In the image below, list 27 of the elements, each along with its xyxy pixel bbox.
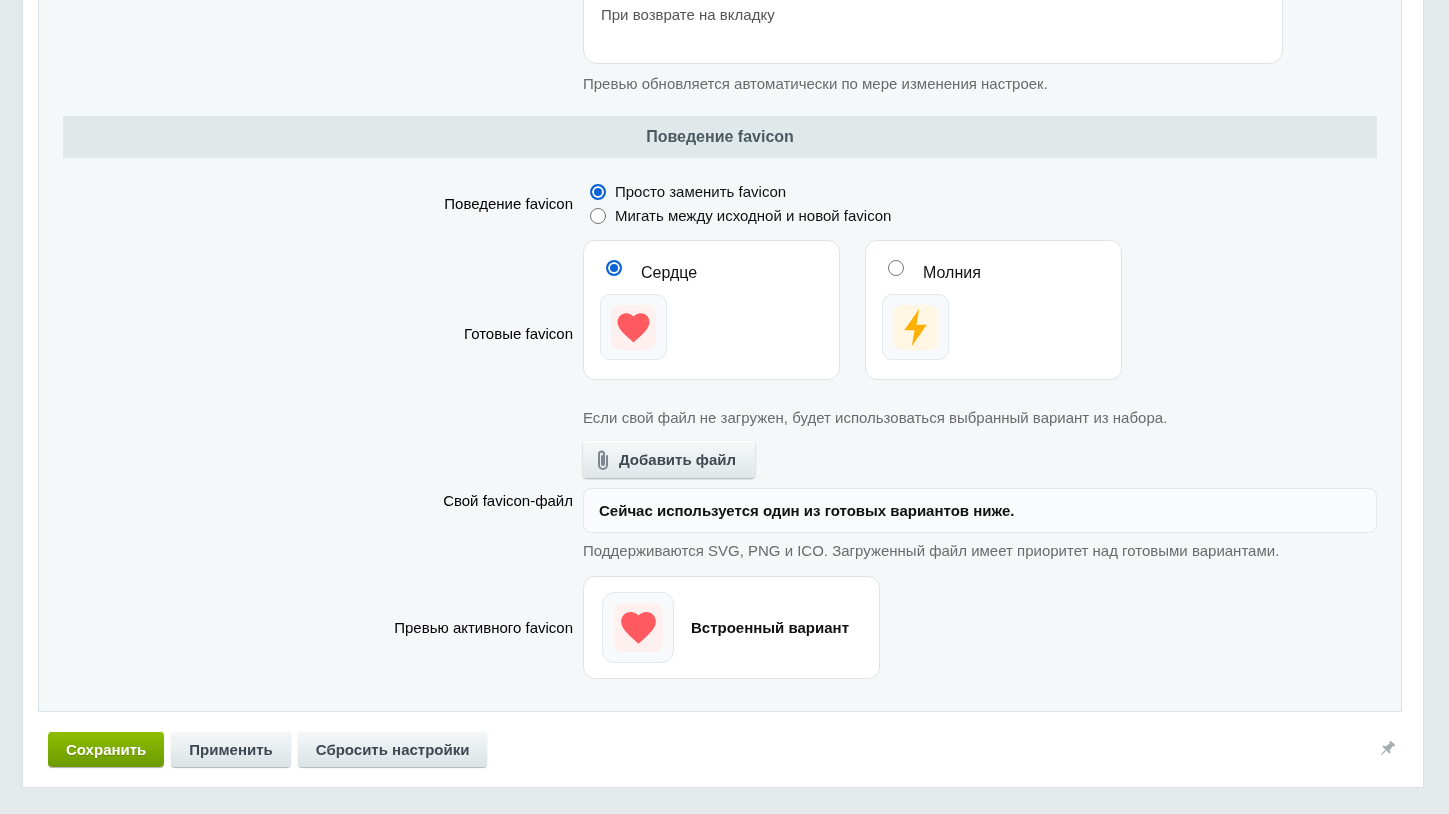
- radio-button[interactable]: [590, 208, 606, 224]
- preset-card[interactable]: Сердце: [583, 240, 840, 380]
- status-text: Сейчас используется один из готовых вариантов ниже.: [599, 502, 1015, 519]
- preview-text: При возврате на вкладку: [601, 6, 775, 23]
- field-label: Свой favicon-файл: [443, 491, 573, 510]
- preset-card[interactable]: Молния: [865, 240, 1122, 380]
- radio-label[interactable]: Мигать между исходной и новой favicon: [615, 207, 892, 225]
- field-label: Поведение favicon: [444, 195, 573, 213]
- lightning-icon: [893, 304, 938, 350]
- hint-text: Превью обновляется автоматически по мере изменения настроек.: [583, 75, 1048, 93]
- option-label[interactable]: Молния: [923, 262, 981, 282]
- option-label[interactable]: Сердце: [641, 262, 698, 282]
- preview-caption: Встроенный вариант: [691, 619, 849, 636]
- reset-button[interactable]: Сбросить настройки: [297, 731, 488, 767]
- field-label: Превью активного favicon: [394, 618, 573, 637]
- radio-label[interactable]: Просто заменить favicon: [615, 183, 787, 201]
- add-file-button[interactable]: Добавить файл: [583, 441, 756, 478]
- paperclip-icon: [596, 448, 610, 471]
- radio-button[interactable]: [590, 184, 606, 200]
- section-title: Поведение favicon: [646, 128, 794, 146]
- pin-icon[interactable]: [1378, 740, 1396, 758]
- radio-button[interactable]: [888, 260, 904, 276]
- hint-text: Поддерживаются SVG, PNG и ICO. Загруженный файл имеет приоритет над готовыми вариантами.: [583, 542, 1280, 560]
- hint-text: Если свой файл не загружен, будет использоваться выбранный вариант из набора.: [583, 409, 1168, 427]
- radio-button[interactable]: [606, 260, 622, 276]
- field-label: Готовые favicon: [464, 324, 573, 343]
- apply-button[interactable]: Применить: [171, 731, 291, 767]
